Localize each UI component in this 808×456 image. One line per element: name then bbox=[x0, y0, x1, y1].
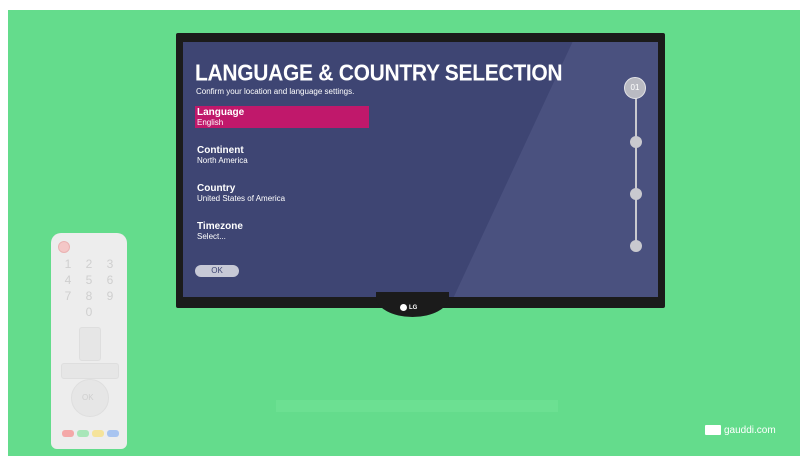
lg-logo-text: LG bbox=[409, 305, 418, 312]
floor-shadow bbox=[276, 400, 558, 412]
setting-language-value: English bbox=[197, 118, 224, 127]
setting-continent[interactable]: Continent North America bbox=[195, 144, 369, 166]
remote-key-7[interactable]: 7 bbox=[60, 289, 76, 303]
lg-logo: LG bbox=[400, 304, 417, 311]
remote-red-key[interactable] bbox=[62, 430, 74, 437]
setting-country-value: United States of America bbox=[197, 194, 286, 203]
setting-timezone-value: Select... bbox=[197, 232, 226, 241]
remote-yellow-key[interactable] bbox=[92, 430, 104, 437]
setting-country-label: Country bbox=[197, 183, 236, 194]
setting-timezone-label: Timezone bbox=[197, 221, 243, 232]
watermark-text: gauddi.com bbox=[724, 425, 776, 436]
lg-logo-icon bbox=[400, 304, 407, 311]
remote-key-2[interactable]: 2 bbox=[81, 257, 97, 271]
step-dot bbox=[630, 240, 642, 252]
ok-button[interactable]: OK bbox=[195, 265, 239, 277]
setting-language[interactable]: Language English bbox=[195, 106, 369, 128]
watermark: gauddi.com bbox=[705, 425, 776, 436]
remote-key-3[interactable]: 3 bbox=[102, 257, 118, 271]
step-dot bbox=[630, 188, 642, 200]
remote-key-5[interactable]: 5 bbox=[81, 273, 97, 287]
progress-track bbox=[635, 82, 637, 246]
tv-frame: LANGUAGE & COUNTRY SELECTION Confirm you… bbox=[176, 33, 665, 308]
remote-green-key[interactable] bbox=[77, 430, 89, 437]
setting-continent-value: North America bbox=[197, 156, 248, 165]
step-dot bbox=[630, 136, 642, 148]
power-button[interactable] bbox=[58, 241, 70, 253]
remote-rocker[interactable] bbox=[79, 327, 101, 361]
remote-ok-key[interactable]: OK bbox=[82, 393, 94, 402]
page-subtitle: Confirm your location and language setti… bbox=[196, 87, 355, 96]
remote-key-1[interactable]: 1 bbox=[60, 257, 76, 271]
remote-key-6[interactable]: 6 bbox=[102, 273, 118, 287]
remote-key-4[interactable]: 4 bbox=[60, 273, 76, 287]
remote-key-8[interactable]: 8 bbox=[81, 289, 97, 303]
setting-timezone[interactable]: Timezone Select... bbox=[195, 220, 369, 242]
setting-language-label: Language bbox=[197, 107, 245, 118]
remote-key-0[interactable]: 0 bbox=[81, 305, 97, 319]
watermark-logo-icon bbox=[705, 425, 721, 436]
step-indicator: 01 bbox=[624, 77, 646, 99]
remote-key-9[interactable]: 9 bbox=[102, 289, 118, 303]
setting-country[interactable]: Country United States of America bbox=[195, 182, 369, 204]
remote-control: 1 2 3 4 5 6 7 8 9 0 OK bbox=[51, 233, 127, 449]
remote-blue-key[interactable] bbox=[107, 430, 119, 437]
page-title: LANGUAGE & COUNTRY SELECTION bbox=[195, 61, 563, 86]
tv-screen: LANGUAGE & COUNTRY SELECTION Confirm you… bbox=[183, 42, 658, 297]
setting-continent-label: Continent bbox=[197, 145, 244, 156]
remote-row-keys[interactable] bbox=[61, 363, 119, 379]
